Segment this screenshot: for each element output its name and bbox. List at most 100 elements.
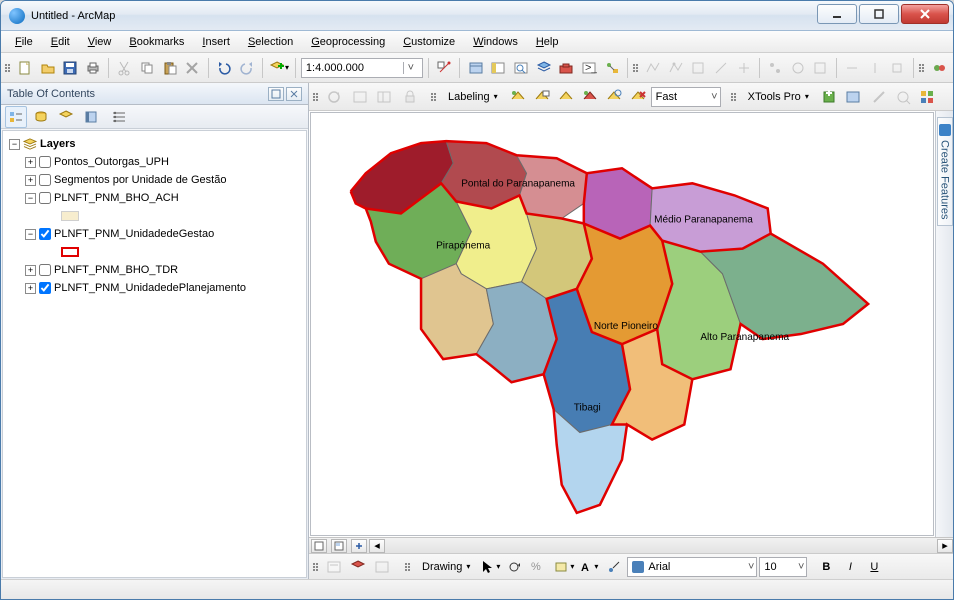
toc-list-by-drawing-order[interactable]	[5, 106, 27, 128]
map-scale-input[interactable]: 1:4.000.000˅	[301, 58, 423, 78]
underline-button[interactable]: U	[863, 556, 885, 578]
toc-item[interactable]: + Pontos_Outorgas_UPH	[5, 153, 304, 171]
menu-bookmarks[interactable]: Bookmarks	[121, 34, 192, 50]
toc-options[interactable]	[108, 106, 130, 128]
toc-item[interactable]: − PLNFT_PNM_BHO_ACH	[5, 189, 304, 207]
toc-item[interactable]: + Segmentos por Unidade de Gestão	[5, 171, 304, 189]
menu-view[interactable]: View	[80, 34, 120, 50]
editor-toolbar-button[interactable]	[434, 57, 455, 79]
toc-item[interactable]: − PLNFT_PNM_UnidadedeGestao	[5, 225, 304, 243]
toc-list-by-visibility[interactable]	[55, 106, 77, 128]
scroll-left-button[interactable]: ◂	[369, 539, 385, 553]
toolbar-grip-3[interactable]	[919, 64, 925, 72]
chevron-down-icon[interactable]: ˅	[403, 62, 418, 74]
label-tool-6[interactable]	[627, 86, 649, 108]
toolbar-more-1[interactable]	[928, 57, 949, 79]
zoom-percent-button[interactable]: %	[527, 556, 549, 578]
toc-checkbox[interactable]	[39, 228, 51, 240]
toc-close-button[interactable]	[286, 87, 302, 101]
map-viewport[interactable]: Pontal do Paranapanema Médio Paranapanem…	[310, 112, 934, 536]
undo-button[interactable]	[214, 57, 235, 79]
map-canvas[interactable]: Pontal do Paranapanema Médio Paranapanem…	[311, 113, 933, 535]
menu-selection[interactable]: Selection	[240, 34, 301, 50]
toc-item[interactable]: + PLNFT_PNM_UnidadedePlanejamento	[5, 279, 304, 297]
label-tool-3[interactable]	[555, 86, 577, 108]
lock-button[interactable]	[399, 86, 421, 108]
xtools-btn-5[interactable]	[916, 86, 938, 108]
chevron-down-icon[interactable]: ˅	[707, 91, 717, 103]
menu-windows[interactable]: Windows	[465, 34, 526, 50]
labeling-menu[interactable]: Labeling▾	[441, 87, 505, 107]
menu-insert[interactable]: Insert	[194, 34, 238, 50]
toc-item[interactable]: + PLNFT_PNM_BHO_TDR	[5, 261, 304, 279]
draw-tool-a[interactable]	[323, 556, 345, 578]
cut-button[interactable]	[114, 57, 135, 79]
minimize-button[interactable]	[817, 4, 857, 24]
toolbox-button[interactable]	[556, 57, 577, 79]
draw-text-button[interactable]: A▾	[577, 556, 599, 578]
toolbar-grip[interactable]	[431, 93, 437, 101]
select-elements-button[interactable]: ▾	[479, 556, 501, 578]
close-button[interactable]	[901, 4, 949, 24]
paste-button[interactable]	[159, 57, 180, 79]
toolbar-grip-2[interactable]	[633, 64, 639, 72]
chevron-down-icon[interactable]: ˅	[744, 561, 754, 573]
menu-file[interactable]: File	[7, 34, 41, 50]
redo-button[interactable]	[236, 57, 257, 79]
label-tool-1[interactable]	[507, 86, 529, 108]
chevron-down-icon[interactable]: ˅	[794, 561, 804, 573]
modelbuilder-button[interactable]	[601, 57, 622, 79]
toc-root-row[interactable]: − Layers	[5, 135, 304, 153]
toc-checkbox[interactable]	[39, 264, 51, 276]
menu-customize[interactable]: Customize	[395, 34, 463, 50]
new-button[interactable]	[15, 57, 36, 79]
refresh-view-button[interactable]	[351, 539, 367, 553]
data-view-tab[interactable]	[311, 539, 327, 553]
toolbar-grip[interactable]	[731, 93, 737, 101]
toolbar-grip[interactable]	[313, 93, 319, 101]
toc-checkbox[interactable]	[39, 192, 51, 204]
xtools-btn-1[interactable]	[818, 86, 840, 108]
draw-tool-c[interactable]	[371, 556, 393, 578]
xtools-menu[interactable]: XTools Pro▾	[741, 87, 816, 107]
python-button[interactable]: >_	[579, 57, 600, 79]
create-features-tab[interactable]: Create Features	[937, 117, 953, 226]
add-data-button[interactable]: ▾	[268, 57, 290, 79]
draw-rect-button[interactable]: ▾	[553, 556, 575, 578]
maximize-button[interactable]	[859, 4, 899, 24]
catalog-button[interactable]	[488, 57, 509, 79]
toc-pin-button[interactable]	[268, 87, 284, 101]
data-frame-button-2[interactable]	[373, 86, 395, 108]
toc-button[interactable]	[465, 57, 486, 79]
toc-list-by-selection[interactable]	[80, 106, 102, 128]
italic-button[interactable]: I	[839, 556, 861, 578]
toc-checkbox[interactable]	[39, 282, 51, 294]
rotate-button[interactable]	[503, 556, 525, 578]
label-tool-4[interactable]	[579, 86, 601, 108]
open-button[interactable]	[37, 57, 58, 79]
toc-list-by-source[interactable]	[30, 106, 52, 128]
toolbar-grip[interactable]	[5, 64, 11, 72]
toolbar-grip[interactable]	[405, 563, 411, 571]
expand-icon[interactable]: +	[25, 283, 36, 294]
font-size-combo[interactable]: 10˅	[759, 557, 807, 577]
delete-button[interactable]	[182, 57, 203, 79]
expand-icon[interactable]: +	[25, 157, 36, 168]
print-button[interactable]	[83, 57, 104, 79]
bold-button[interactable]: B	[815, 556, 837, 578]
expand-icon[interactable]: +	[25, 175, 36, 186]
scroll-right-button[interactable]: ▸	[937, 539, 953, 553]
label-placement-combo[interactable]: Fast˅	[651, 87, 721, 107]
draw-tool-b[interactable]	[347, 556, 369, 578]
menu-edit[interactable]: Edit	[43, 34, 78, 50]
data-frame-button[interactable]	[349, 86, 371, 108]
collapse-icon[interactable]: −	[25, 193, 36, 204]
font-combo[interactable]: Arial ˅	[627, 557, 757, 577]
edit-vertices-button[interactable]	[603, 556, 625, 578]
layout-refresh-button[interactable]	[323, 86, 345, 108]
xtools-btn-3[interactable]	[868, 86, 890, 108]
toc-tree[interactable]: − Layers + Pontos_Outorgas_UPH + Segment…	[2, 130, 307, 578]
copy-button[interactable]	[137, 57, 158, 79]
save-button[interactable]	[60, 57, 81, 79]
toolbar-grip[interactable]	[313, 563, 319, 571]
